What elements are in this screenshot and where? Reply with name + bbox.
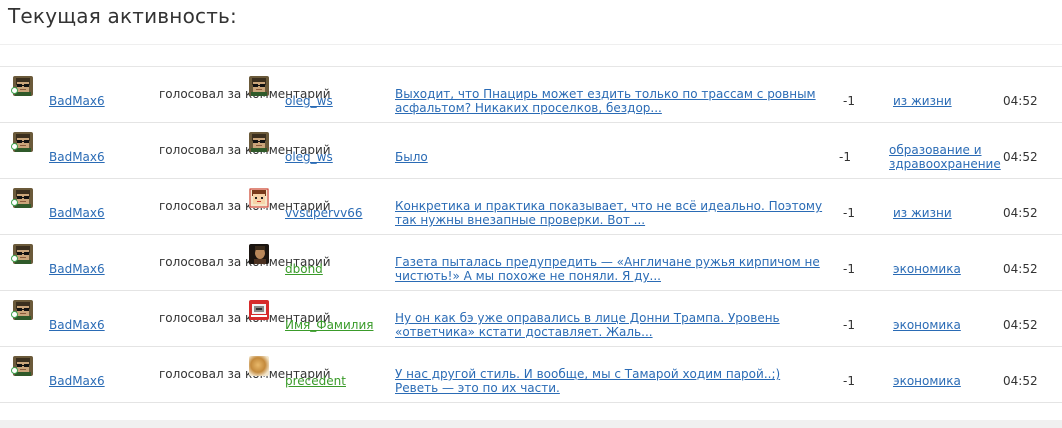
vote-score: -1 — [843, 94, 855, 108]
vote-score: -1 — [843, 262, 855, 276]
page-title: Текущая активность: — [8, 4, 237, 28]
activity-row: BadMax6 голосовал за комментарий oleg_ws… — [0, 123, 1062, 179]
online-status-icon — [11, 255, 18, 262]
voter-name-link[interactable]: BadMax6 — [49, 374, 105, 388]
author-name-link[interactable]: dbond — [285, 262, 323, 276]
author-avatar[interactable] — [249, 300, 269, 320]
activity-row: BadMax6 голосовал за комментарий dbond Г… — [0, 235, 1062, 291]
action-text: голосовал за комментарий — [159, 143, 331, 157]
comment-link[interactable]: Газета пыталась предупредить — «Англичан… — [395, 255, 825, 283]
category-link[interactable]: экономика — [893, 318, 1003, 332]
timestamp: 04:52 — [1003, 150, 1038, 164]
online-status-icon — [11, 311, 18, 318]
vote-score: -1 — [843, 318, 855, 332]
action-text: голосовал за комментарий — [159, 311, 331, 325]
online-status-icon — [11, 143, 18, 150]
activity-row: BadMax6 голосовал за комментарий vvsuper… — [0, 179, 1062, 235]
voter-name-link[interactable]: BadMax6 — [49, 150, 105, 164]
activity-row: BadMax6 голосовал за комментарий oleg_ws… — [0, 67, 1062, 123]
author-avatar[interactable] — [249, 76, 269, 96]
author-avatar[interactable] — [249, 356, 269, 376]
author-name-link[interactable]: oleg_ws — [285, 150, 333, 164]
action-text: голосовал за комментарий — [159, 87, 331, 101]
title-divider — [0, 44, 1062, 45]
comment-link[interactable]: Ну он как бэ уже оправались в лице Донни… — [395, 311, 825, 339]
online-status-icon — [11, 367, 18, 374]
author-name-link[interactable]: precedent — [285, 374, 346, 388]
timestamp: 04:52 — [1003, 318, 1038, 332]
comment-link[interactable]: Было — [395, 150, 825, 164]
category-link[interactable]: экономика — [893, 374, 1003, 388]
timestamp: 04:52 — [1003, 374, 1038, 388]
author-avatar[interactable] — [249, 244, 269, 264]
footer-strip — [0, 420, 1062, 428]
vote-score: -1 — [843, 374, 855, 388]
voter-name-link[interactable]: BadMax6 — [49, 318, 105, 332]
activity-row: BadMax6 голосовал за комментарий Имя_Фам… — [0, 291, 1062, 347]
author-avatar[interactable] — [249, 188, 269, 208]
comment-link[interactable]: У нас другой стиль. И вообще, мы с Тамар… — [395, 367, 825, 395]
timestamp: 04:52 — [1003, 94, 1038, 108]
author-avatar[interactable] — [249, 132, 269, 152]
action-text: голосовал за комментарий — [159, 367, 331, 381]
vote-score: -1 — [839, 150, 851, 164]
author-name-link[interactable]: oleg_ws — [285, 94, 333, 108]
category-link[interactable]: из жизни — [893, 94, 1003, 108]
comment-link[interactable]: Выходит, что Пнацирь может ездить только… — [395, 87, 825, 115]
author-name-link[interactable]: Имя_Фамилия — [285, 318, 373, 332]
category-link[interactable]: экономика — [893, 262, 1003, 276]
author-name-link[interactable]: vvsupervv66 — [285, 206, 362, 220]
activity-feed: BadMax6 голосовал за комментарий oleg_ws… — [0, 67, 1062, 403]
comment-link[interactable]: Конкретика и практика показывает, что не… — [395, 199, 825, 227]
category-link[interactable]: из жизни — [893, 206, 1003, 220]
online-status-icon — [11, 87, 18, 94]
action-text: голосовал за комментарий — [159, 199, 331, 213]
voter-name-link[interactable]: BadMax6 — [49, 262, 105, 276]
category-link[interactable]: образование и здравоохранение — [889, 143, 1001, 171]
timestamp: 04:52 — [1003, 262, 1038, 276]
action-text: голосовал за комментарий — [159, 255, 331, 269]
voter-name-link[interactable]: BadMax6 — [49, 94, 105, 108]
vote-score: -1 — [843, 206, 855, 220]
online-status-icon — [11, 199, 18, 206]
activity-row: BadMax6 голосовал за комментарий precede… — [0, 347, 1062, 403]
voter-name-link[interactable]: BadMax6 — [49, 206, 105, 220]
timestamp: 04:52 — [1003, 206, 1038, 220]
